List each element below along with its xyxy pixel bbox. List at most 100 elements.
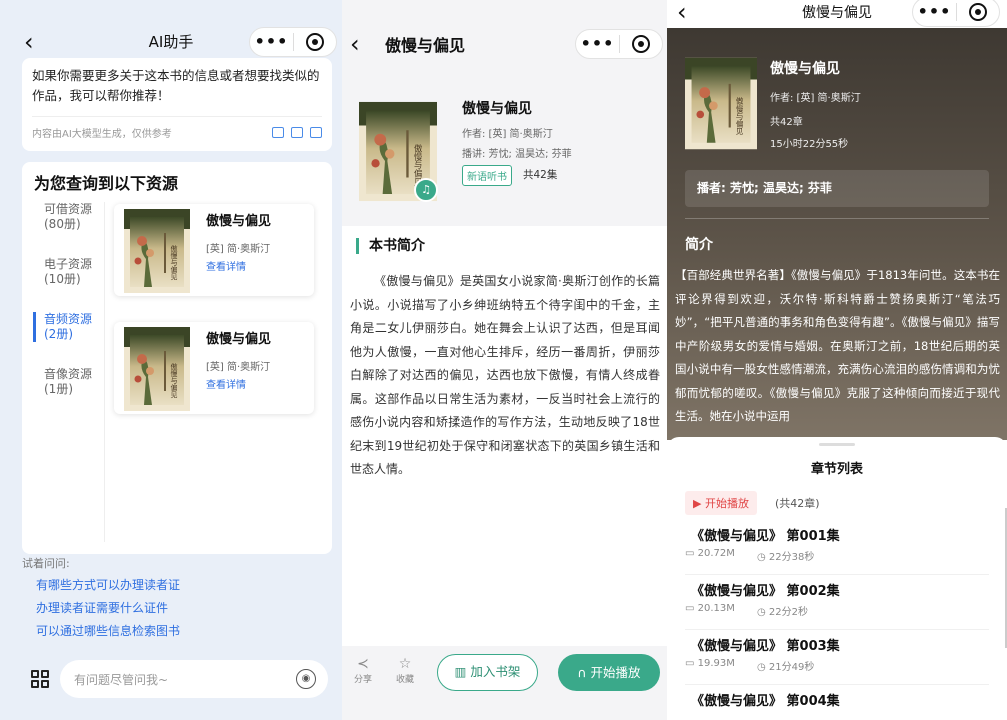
divider (685, 218, 989, 219)
back-chevron-icon[interactable]: ‹ (350, 32, 360, 56)
start-play-button[interactable]: ∩ 开始播放 (558, 654, 660, 691)
ai-message-text: 如果你需要更多关于这本书的信息或者想要找类似的作品，我可以帮你推荐！ (32, 68, 320, 103)
chapter-row[interactable]: 《傲慢与偏见》 第002集 ▭ 20.13M ◷ 22分2秒 (685, 578, 989, 630)
mini-program-capsule: ••• (249, 27, 337, 57)
chapter-total: (共42章) (775, 497, 820, 510)
book-narrators: 播讲: 芳忱; 温昊达; 芬菲 (462, 149, 572, 160)
intro-heading: 简介 (685, 237, 713, 253)
headphone-icon: ♫ (414, 178, 438, 202)
share-button[interactable]: ≺ 分享 (348, 656, 378, 685)
mini-program-capsule: ••• (912, 0, 1000, 27)
book-author: 作者: [英] 简·奥斯汀 (462, 129, 553, 140)
description-section: 本书简介 《傲慢与偏见》是英国女小说家简·奥斯汀创作的长篇小说。小说描写了小乡绅… (342, 226, 667, 646)
book-title: 傲慢与偏见 (206, 214, 272, 229)
category-video[interactable]: 音像资源 (1册) (22, 367, 104, 422)
book-title: 傲慢与偏见 (462, 101, 532, 117)
chapter-title: 《傲慢与偏见》 第002集 (691, 584, 840, 599)
results-heading: 为您查询到以下资源 (34, 174, 179, 193)
chapter-title: 《傲慢与偏见》 第003集 (691, 639, 840, 654)
chapter-count: 共42章 (770, 117, 803, 128)
episode-count: 共42集 (523, 169, 558, 181)
total-duration: 15小时22分55秒 (770, 139, 849, 150)
share-icon[interactable] (291, 127, 303, 138)
copy-icon[interactable] (272, 127, 284, 138)
grid-icon[interactable] (31, 670, 49, 688)
sheet-title: 章节列表 (810, 462, 863, 477)
narrators-bar: 播者: 芳忱; 温昊达; 芬菲 (685, 170, 989, 207)
book-author: [英] 简·奥斯汀 (206, 244, 271, 255)
suggestion-link[interactable]: 有哪些方式可以办理读者证 (36, 576, 180, 593)
book-author: 作者: [英] 简·奥斯汀 (770, 93, 861, 104)
ai-disclaimer: 内容由AI大模型生成，仅供参考 (32, 129, 172, 140)
target-icon[interactable] (294, 33, 336, 51)
category-audio[interactable]: 音频资源 (2册) (22, 312, 104, 367)
more-dots-icon[interactable]: ••• (576, 30, 619, 58)
chapter-row[interactable]: 《傲慢与偏见》 第004集 (685, 688, 989, 720)
star-icon: ☆ (398, 656, 412, 672)
input-placeholder: 有问题尽管问我~ (74, 673, 169, 687)
chapter-size: ▭ 20.72M (685, 548, 735, 559)
results-card: 为您查询到以下资源 可借资源 (80册) 电子资源 (10册) 音频资源 (2册) 音… (22, 162, 332, 554)
chapter-duration: ◷ 22分2秒 (757, 607, 808, 618)
book-cover-image (124, 209, 190, 293)
share-icon: ≺ (357, 656, 369, 672)
book-cover-image (124, 327, 190, 411)
category-list: 可借资源 (80册) 电子资源 (10册) 音频资源 (2册) 音像资源 (1册) (22, 202, 105, 542)
clock-icon: ◷ (757, 552, 769, 563)
chapter-list-sheet: 章节列表 ▶ 开始播放 (共42章) 《傲慢与偏见》 第001集 ▭ 20.72… (667, 437, 1007, 720)
section-title: 本书简介 (356, 238, 425, 254)
try-asking-label: 试着问问: (22, 557, 70, 570)
ai-assistant-panel: ‹ AI助手 ••• 如果你需要更多关于这本书的信息或者想要找类似的作品，我可以… (0, 0, 342, 720)
more-dots-icon[interactable]: ••• (250, 28, 293, 56)
target-icon[interactable] (957, 3, 999, 21)
source-tag: 新语听书 (462, 165, 512, 186)
bookshelf-icon: ▥ (454, 664, 471, 679)
audio-detail-panel: ‹ 傲慢与偏见 ••• 傲慢与偏见 作者: [英] 简·奥斯汀 共42章 15小… (667, 0, 1007, 720)
book-title: 傲慢与偏见 (770, 61, 840, 77)
input-bar: 有问题尽管问我~ ◉ (0, 652, 342, 720)
book-summary: 《傲慢与偏见》是英国女小说家简·奥斯汀创作的长篇小说。小说描写了小乡绅班纳特五个… (350, 274, 660, 476)
chapter-duration: ◷ 22分38秒 (757, 552, 815, 563)
suggestion-link[interactable]: 可以通过哪些信息检索图书 (36, 622, 180, 639)
chapter-title: 《傲慢与偏见》 第001集 (691, 529, 840, 544)
sheet-drag-handle[interactable] (819, 443, 855, 446)
book-title: 傲慢与偏见 (206, 332, 272, 347)
add-to-shelf-button[interactable]: ▥ 加入书架 (437, 654, 538, 691)
favorite-button[interactable]: ☆ 收藏 (390, 656, 420, 685)
divider (32, 116, 322, 117)
voice-icon[interactable]: ◉ (296, 669, 316, 689)
intro-text: 【百部经典世界名著】《傲慢与偏见》于1813年问世。这本书在评论界得到欢迎，沃尔… (675, 268, 1000, 423)
play-icon: ▶ (693, 497, 705, 510)
question-input[interactable]: 有问题尽管问我~ ◉ (60, 660, 328, 698)
start-play-button[interactable]: ▶ 开始播放 (685, 491, 757, 515)
chapter-size: ▭ 19.93M (685, 658, 735, 669)
clock-icon: ◷ (757, 662, 769, 673)
feedback-icon[interactable] (310, 127, 322, 138)
suggestion-link[interactable]: 办理读者证需要什么证件 (36, 599, 168, 616)
view-details-link[interactable]: 查看详情 (206, 376, 246, 391)
folder-icon: ▭ (685, 603, 698, 614)
chapter-row[interactable]: 《傲慢与偏见》 第001集 ▭ 20.72M ◷ 22分38秒 (685, 523, 989, 575)
chapter-title: 《傲慢与偏见》 第004集 (691, 694, 840, 709)
category-ebook[interactable]: 电子资源 (10册) (22, 257, 104, 312)
book-detail-panel: ‹ 傲慢与偏见 ••• ♫ 傲慢与偏见 作者: [英] 简·奥斯汀 播讲: 芳忱… (342, 0, 667, 720)
book-author: [英] 简·奥斯汀 (206, 362, 271, 373)
category-borrowable[interactable]: 可借资源 (80册) (22, 202, 104, 257)
bottom-action-bar: ≺ 分享 ☆ 收藏 ▥ 加入书架 ∩ 开始播放 (342, 646, 667, 720)
chapter-size: ▭ 20.13M (685, 603, 735, 614)
book-result-item[interactable]: 傲慢与偏见 [英] 简·奥斯汀 查看详情 (114, 204, 314, 296)
headphone-icon: ∩ (577, 665, 591, 680)
chapter-duration: ◷ 21分49秒 (757, 662, 815, 673)
target-icon[interactable] (620, 35, 662, 53)
folder-icon: ▭ (685, 658, 698, 669)
book-result-item[interactable]: 傲慢与偏见 [英] 简·奥斯汀 查看详情 (114, 322, 314, 414)
folder-icon: ▭ (685, 548, 698, 559)
more-dots-icon[interactable]: ••• (913, 0, 956, 26)
chapter-row[interactable]: 《傲慢与偏见》 第003集 ▭ 19.93M ◷ 21分49秒 (685, 633, 989, 685)
page-title: 傲慢与偏见 (385, 36, 466, 55)
clock-icon: ◷ (757, 607, 769, 618)
ai-message-card: 如果你需要更多关于这本书的信息或者想要找类似的作品，我可以帮你推荐！ 内容由AI… (22, 58, 332, 151)
mini-program-capsule: ••• (575, 29, 663, 59)
book-cover-image (685, 55, 757, 152)
view-details-link[interactable]: 查看详情 (206, 258, 246, 273)
